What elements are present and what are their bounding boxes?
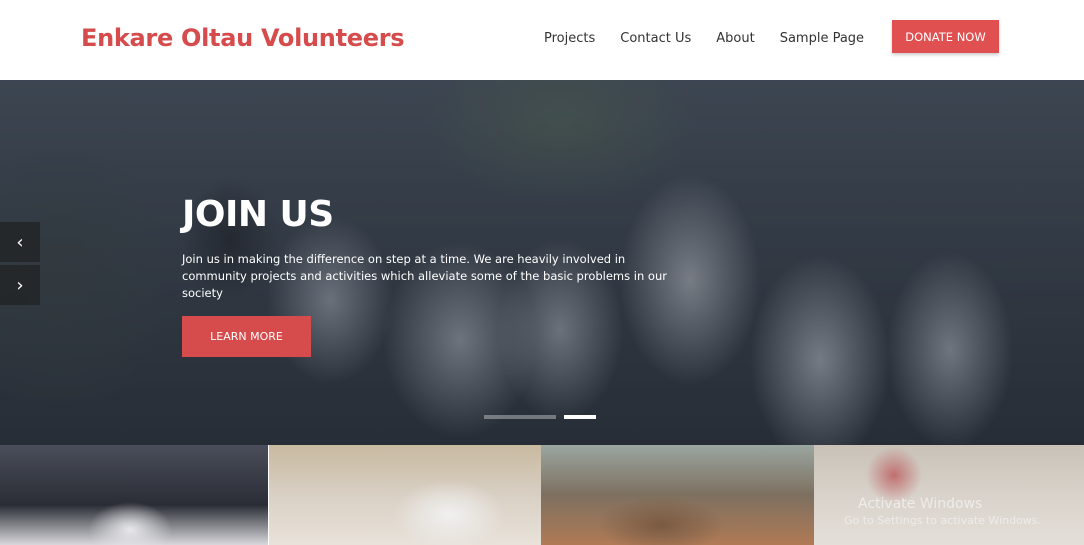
nav-projects[interactable]: Projects bbox=[544, 31, 595, 46]
site-brand[interactable]: Enkare Oltau Volunteers bbox=[81, 24, 405, 52]
gallery-strip bbox=[0, 445, 1084, 545]
gallery-thumb-community-work[interactable] bbox=[541, 445, 814, 545]
gallery-thumb-doing-good[interactable] bbox=[269, 445, 541, 545]
windows-activation-subtitle: Go to Settings to activate Windows. bbox=[844, 514, 1042, 527]
nav-about[interactable]: About bbox=[716, 31, 754, 46]
learn-more-button[interactable]: LEARN MORE bbox=[182, 316, 311, 357]
site-header: Enkare Oltau Volunteers Projects Contact… bbox=[0, 0, 1084, 80]
main-nav: Projects Contact Us About Sample Page bbox=[544, 31, 864, 46]
carousel-prev-icon[interactable]: ‹ bbox=[0, 222, 40, 262]
carousel-indicator-2[interactable] bbox=[564, 415, 596, 419]
carousel-indicators bbox=[484, 415, 596, 419]
gallery-thumb-outdoor-cleanup[interactable] bbox=[814, 445, 1084, 545]
carousel-indicator-1[interactable] bbox=[484, 415, 556, 419]
hero-title: JOIN US bbox=[182, 194, 334, 235]
donate-now-button[interactable]: DONATE NOW bbox=[892, 20, 999, 53]
windows-activation-title: Activate Windows bbox=[858, 496, 983, 512]
hero-carousel: ‹ › JOIN US Join us in making the differ… bbox=[0, 80, 1084, 445]
hero-description: Join us in making the difference on step… bbox=[182, 252, 667, 300]
nav-contact-us[interactable]: Contact Us bbox=[620, 31, 691, 46]
nav-sample-page[interactable]: Sample Page bbox=[780, 31, 864, 46]
carousel-next-icon[interactable]: › bbox=[0, 265, 40, 305]
gallery-thumb-volunteers[interactable] bbox=[0, 445, 268, 545]
